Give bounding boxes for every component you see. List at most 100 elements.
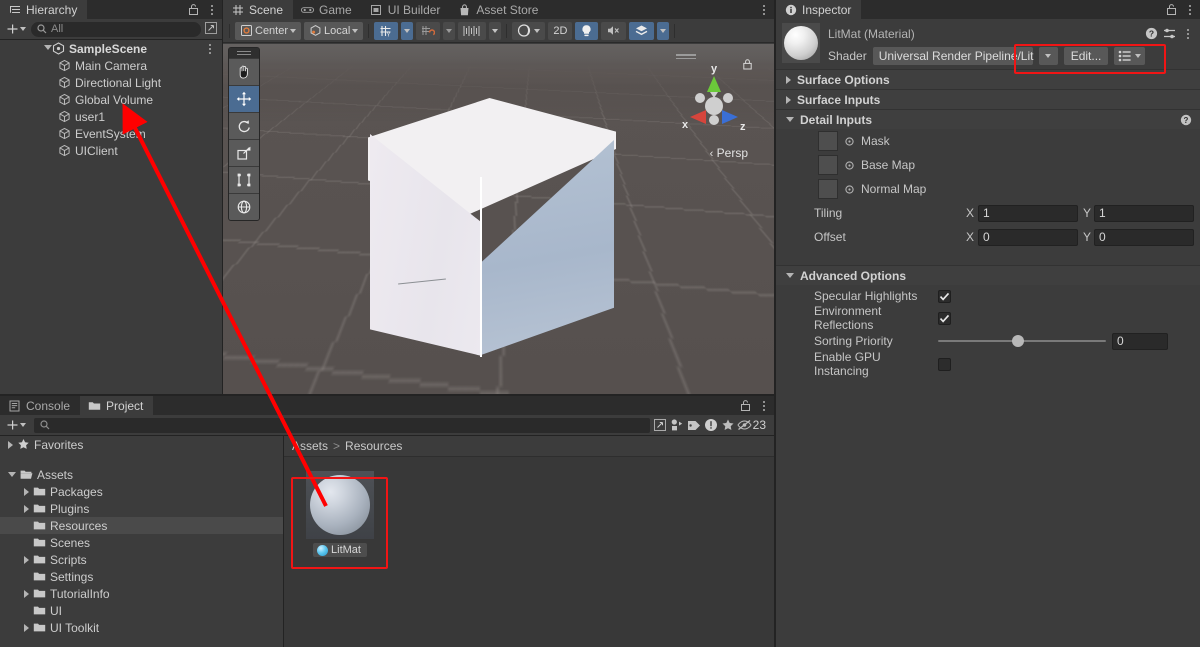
- sorting-priority-slider[interactable]: [938, 335, 1106, 347]
- chevron-right-icon[interactable]: [786, 95, 791, 104]
- project-tree-packages[interactable]: Packages: [0, 483, 283, 500]
- chevron-right-icon[interactable]: [24, 623, 29, 632]
- hierarchy-search-mode-icon[interactable]: [204, 21, 218, 38]
- tab-game[interactable]: Game: [293, 0, 362, 19]
- warning-filter-icon[interactable]: [703, 417, 720, 433]
- property-toggle-icon[interactable]: [844, 160, 855, 171]
- scene-effects-button[interactable]: [629, 21, 655, 40]
- scale-tool-button[interactable]: [229, 139, 259, 166]
- help-icon[interactable]: ?: [1180, 114, 1192, 126]
- project-menu-icon[interactable]: [758, 398, 770, 413]
- preset-icon[interactable]: [1163, 27, 1176, 40]
- project-tree-favorites[interactable]: Favorites: [0, 436, 283, 453]
- view-2d-button[interactable]: 2D: [548, 21, 573, 40]
- hierarchy-search-input[interactable]: All: [31, 21, 201, 37]
- tab-asset-store[interactable]: Asset Store: [450, 0, 548, 19]
- breadcrumb-assets[interactable]: Assets: [292, 439, 328, 453]
- gpu-instancing-checkbox[interactable]: [938, 357, 951, 371]
- property-toggle-icon[interactable]: [844, 136, 855, 147]
- tiling-x-input[interactable]: 1: [978, 204, 1078, 222]
- chevron-down-icon[interactable]: [786, 117, 794, 122]
- chevron-down-icon[interactable]: [786, 273, 794, 278]
- section-detail-inputs[interactable]: Detail Inputs ?: [776, 109, 1200, 129]
- handle-space-button[interactable]: Local: [304, 21, 364, 40]
- chevron-right-icon[interactable]: [24, 487, 29, 496]
- material-menu-icon[interactable]: [1182, 26, 1194, 41]
- slider-handle[interactable]: [1012, 335, 1024, 347]
- transform-tool-button[interactable]: [229, 193, 259, 220]
- save-search-icon[interactable]: [652, 417, 669, 433]
- texture-slot[interactable]: [818, 155, 838, 175]
- project-tree-assets[interactable]: Assets: [0, 466, 283, 483]
- hierarchy-menu-icon[interactable]: [206, 2, 218, 17]
- chevron-right-icon[interactable]: [24, 504, 29, 513]
- move-tool-button[interactable]: [229, 85, 259, 112]
- texture-slot[interactable]: [818, 131, 838, 151]
- inspector-menu-icon[interactable]: [1184, 2, 1196, 17]
- divider-hierarchy-scene[interactable]: [222, 0, 223, 394]
- breadcrumb-resources[interactable]: Resources: [345, 439, 402, 453]
- scene-row-menu-icon[interactable]: [204, 41, 216, 56]
- favorite-filter-icon[interactable]: [720, 417, 737, 433]
- offset-y-input[interactable]: 0: [1094, 228, 1194, 246]
- grid-visibility-button[interactable]: [458, 21, 487, 40]
- scene-audio-button[interactable]: [601, 21, 627, 40]
- shading-mode-button[interactable]: [512, 21, 546, 40]
- hierarchy-add-button[interactable]: [4, 23, 28, 36]
- project-tree-ui-toolkit[interactable]: UI Toolkit: [0, 619, 283, 636]
- rect-tool-button[interactable]: [229, 166, 259, 193]
- project-tree-plugins[interactable]: Plugins: [0, 500, 283, 517]
- pivot-mode-button[interactable]: Center: [235, 21, 302, 40]
- scene-menu-icon[interactable]: [758, 2, 770, 17]
- tab-project[interactable]: Project: [80, 396, 154, 415]
- section-advanced-options[interactable]: Advanced Options: [776, 265, 1200, 285]
- hierarchy-item-2[interactable]: Global Volume: [0, 91, 222, 108]
- scene-projection-label[interactable]: ‹ Persp: [710, 146, 748, 160]
- chevron-right-icon[interactable]: [786, 75, 791, 84]
- project-tree-settings[interactable]: Settings: [0, 568, 283, 585]
- project-add-button[interactable]: [4, 419, 28, 432]
- grid-snap-dropdown[interactable]: [401, 21, 414, 40]
- project-search-input[interactable]: [34, 417, 650, 433]
- section-surface-inputs[interactable]: Surface Inputs: [776, 89, 1200, 109]
- shader-dropdown[interactable]: Universal Render Pipeline/Lit: [872, 47, 1033, 65]
- scene-effects-dropdown[interactable]: [657, 21, 670, 40]
- hierarchy-item-0[interactable]: Main Camera: [0, 57, 222, 74]
- scene-lighting-button[interactable]: [575, 21, 599, 40]
- texture-slot[interactable]: [818, 179, 838, 199]
- tiling-y-input[interactable]: 1: [1094, 204, 1194, 222]
- divider-scene-project[interactable]: [0, 394, 774, 396]
- magnet-snap-dropdown[interactable]: [443, 21, 456, 40]
- chevron-right-icon[interactable]: [24, 589, 29, 598]
- project-tree-tutorialinfo[interactable]: TutorialInfo: [0, 585, 283, 602]
- offset-x-input[interactable]: 0: [978, 228, 1078, 246]
- hierarchy-item-4[interactable]: EventSystem: [0, 125, 222, 142]
- tab-console[interactable]: Console: [0, 396, 80, 415]
- tab-ui-builder[interactable]: UI Builder: [362, 0, 451, 19]
- rotate-tool-button[interactable]: [229, 112, 259, 139]
- overlay-drag-handle[interactable]: [229, 48, 259, 58]
- tab-inspector[interactable]: Inspector: [776, 0, 862, 19]
- help-icon[interactable]: ?: [1145, 27, 1158, 40]
- project-tree-resources[interactable]: Resources: [0, 517, 283, 534]
- lock-icon[interactable]: [188, 3, 200, 16]
- project-lock-icon[interactable]: [740, 399, 752, 412]
- tab-hierarchy[interactable]: Hierarchy: [0, 0, 88, 19]
- magnet-snap-button[interactable]: [416, 21, 441, 40]
- project-tree-ui[interactable]: UI: [0, 602, 283, 619]
- sorting-priority-input[interactable]: 0: [1112, 332, 1168, 350]
- asset-type-filter-icon[interactable]: [669, 417, 686, 433]
- hidden-assets-count[interactable]: 23: [737, 418, 770, 432]
- project-tree-scenes[interactable]: Scenes: [0, 534, 283, 551]
- scene-cube-object[interactable]: [368, 98, 630, 360]
- scene-view-gizmo[interactable]: y x z ‹ Persp: [670, 50, 758, 162]
- chevron-down-icon[interactable]: [8, 472, 16, 477]
- label-filter-icon[interactable]: [686, 417, 703, 433]
- hierarchy-item-5[interactable]: UIClient: [0, 142, 222, 159]
- grid-visibility-dropdown[interactable]: [489, 21, 502, 40]
- hierarchy-item-user1[interactable]: user1: [0, 108, 222, 125]
- property-toggle-icon[interactable]: [844, 184, 855, 195]
- hierarchy-item-1[interactable]: Directional Light: [0, 74, 222, 91]
- divider-main-inspector[interactable]: [774, 0, 776, 647]
- chevron-right-icon[interactable]: [24, 555, 29, 564]
